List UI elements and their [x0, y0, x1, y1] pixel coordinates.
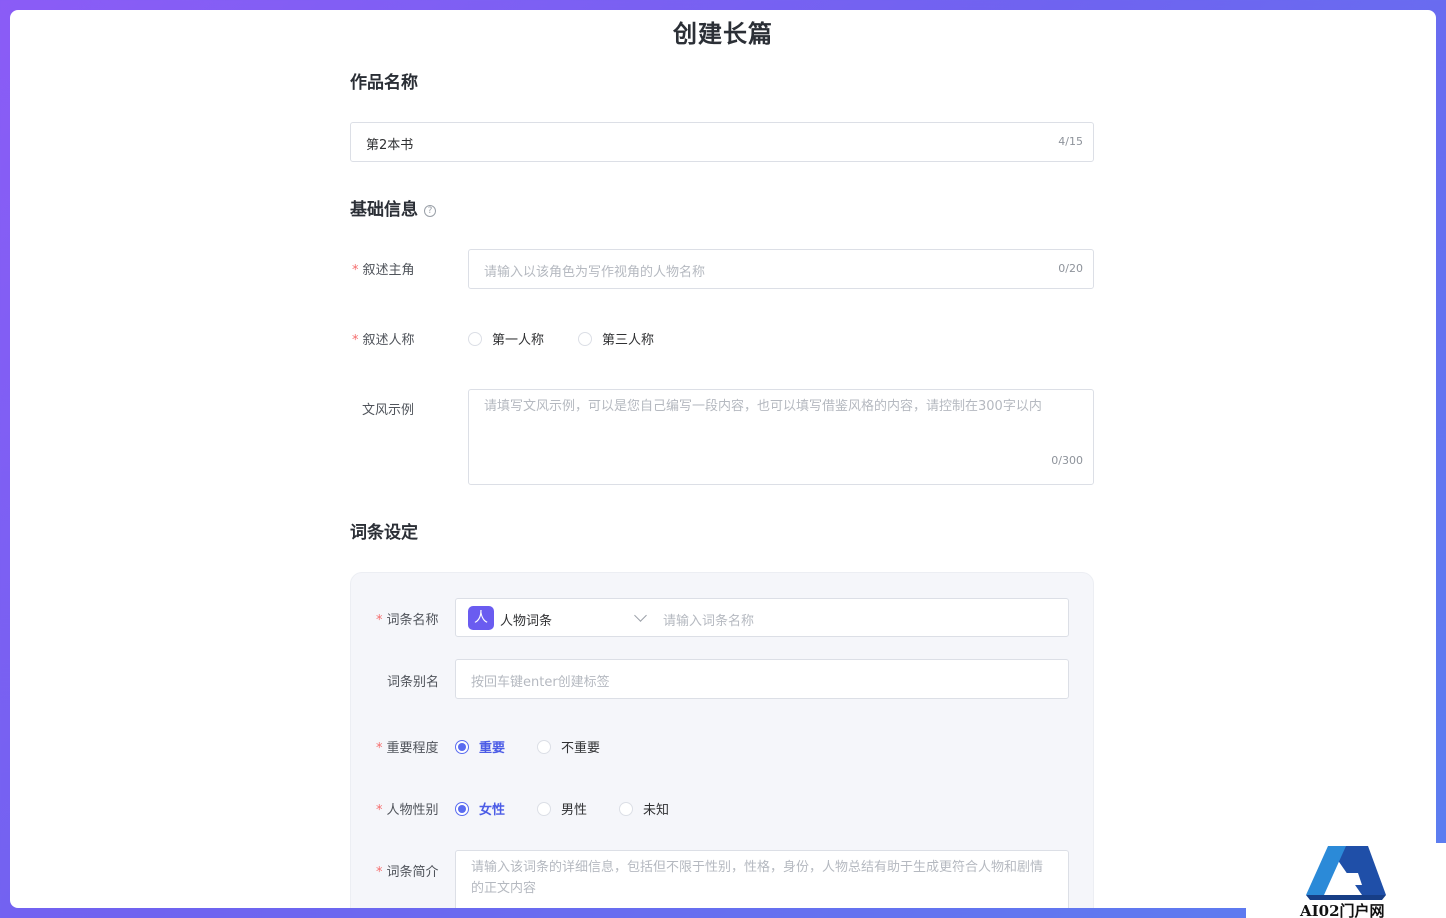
radio-circle-checked	[455, 801, 469, 816]
section-title-basic-info: 基础信息?	[350, 195, 436, 220]
radio-circle	[619, 801, 633, 816]
entry-name-input-group: 人 人物词条 请输入词条名称	[455, 598, 1069, 637]
intro-textarea[interactable]: 请输入该词条的详细信息，包括但不限于性别，性格，身份，人物总结有助于生成更符合人…	[455, 850, 1069, 908]
entry-alias-label: 词条别名	[387, 675, 440, 690]
radio-male[interactable]: 男性	[537, 799, 587, 818]
entry-name-text-input[interactable]: 请输入词条名称	[663, 599, 1068, 636]
radio-third-person-label: 第三人称	[602, 333, 655, 348]
section-title-entry-settings: 词条设定	[350, 523, 418, 543]
create-novel-card: 创建长篇 作品名称 第2本书 4/15 基础信息? * 叙述主角 请输入以该角色为…	[10, 10, 1436, 908]
intro-placeholder: 请输入该词条的详细信息，包括但不限于性别，性格，身份，人物总结有助于生成更符合人…	[471, 860, 1044, 896]
work-name-value: 第2本书	[366, 138, 414, 153]
section-title-work-name: 作品名称	[350, 73, 418, 93]
required-asterisk: *	[352, 263, 359, 278]
radio-third-person[interactable]: 第三人称	[578, 329, 654, 348]
entry-name-label: * 词条名称	[376, 609, 439, 628]
intro-label: * 词条简介	[376, 861, 439, 880]
protagonist-label-text: 叙述主角	[362, 263, 415, 278]
gender-label: * 人物性别	[376, 799, 439, 818]
entry-type-select[interactable]: 人 人物词条	[456, 599, 654, 636]
protagonist-label: * 叙述主角	[352, 259, 415, 278]
logo-mark-icon	[1306, 846, 1386, 900]
person-type-icon: 人	[468, 606, 494, 630]
chevron-down-icon	[634, 609, 647, 622]
radio-circle	[537, 801, 551, 816]
narrative-person-label-text: 叙述人称	[362, 333, 415, 348]
radio-important[interactable]: 重要	[455, 737, 505, 756]
entry-name-placeholder: 请输入词条名称	[663, 614, 755, 629]
gender-label-text: 人物性别	[386, 803, 439, 818]
radio-circle-checked	[455, 739, 469, 754]
protagonist-input[interactable]: 请输入以该角色为写作视角的人物名称 0/20	[468, 249, 1094, 289]
radio-male-label: 男性	[561, 803, 588, 818]
entry-alias-input[interactable]: 按回车键enter创建标签	[455, 659, 1069, 699]
radio-important-label: 重要	[479, 741, 506, 756]
question-circle-icon[interactable]: ?	[424, 205, 436, 217]
radio-circle	[537, 739, 551, 754]
required-asterisk: *	[376, 803, 383, 818]
protagonist-count: 0/20	[1058, 262, 1083, 275]
required-asterisk: *	[376, 865, 383, 880]
radio-first-person-label: 第一人称	[492, 333, 545, 348]
basic-info-title-text: 基础信息	[350, 200, 418, 220]
radio-circle	[578, 331, 592, 346]
work-name-input[interactable]: 第2本书 4/15	[350, 122, 1094, 162]
style-example-count: 0/300	[1051, 454, 1083, 467]
radio-unknown[interactable]: 未知	[619, 799, 669, 818]
radio-circle	[468, 331, 482, 346]
page-title: 创建长篇	[673, 20, 773, 48]
radio-female-label: 女性	[479, 803, 506, 818]
importance-label-text: 重要程度	[386, 741, 439, 756]
watermark-logo: AI02门户网	[1246, 843, 1446, 918]
radio-female[interactable]: 女性	[455, 799, 505, 818]
required-asterisk: *	[376, 613, 383, 628]
style-example-placeholder: 请填写文风示例，可以是您自己编写一段内容，也可以填写借鉴风格的内容，请控制在30…	[484, 399, 1042, 414]
protagonist-placeholder: 请输入以该角色为写作视角的人物名称	[484, 265, 706, 280]
entry-name-label-text: 词条名称	[386, 613, 439, 628]
intro-label-text: 词条简介	[386, 865, 439, 880]
radio-not-important-label: 不重要	[561, 741, 601, 756]
watermark-text: AI02门户网	[1300, 902, 1385, 918]
work-name-count: 4/15	[1058, 135, 1083, 148]
radio-unknown-label: 未知	[643, 803, 670, 818]
entry-alias-placeholder: 按回车键enter创建标签	[471, 675, 610, 690]
style-example-label: 文风示例	[362, 403, 415, 418]
radio-first-person[interactable]: 第一人称	[468, 329, 544, 348]
importance-label: * 重要程度	[376, 737, 439, 756]
radio-not-important[interactable]: 不重要	[537, 737, 600, 756]
narrative-person-label: * 叙述人称	[352, 329, 415, 348]
entry-type-value: 人物词条	[500, 614, 553, 629]
required-asterisk: *	[352, 333, 359, 348]
entry-panel: * 词条名称 人 人物词条 请输入词条名称 词条别名 按回车键enter创建标签 …	[350, 572, 1094, 908]
required-asterisk: *	[376, 741, 383, 756]
style-example-textarea[interactable]: 请填写文风示例，可以是您自己编写一段内容，也可以填写借鉴风格的内容，请控制在30…	[468, 389, 1094, 485]
